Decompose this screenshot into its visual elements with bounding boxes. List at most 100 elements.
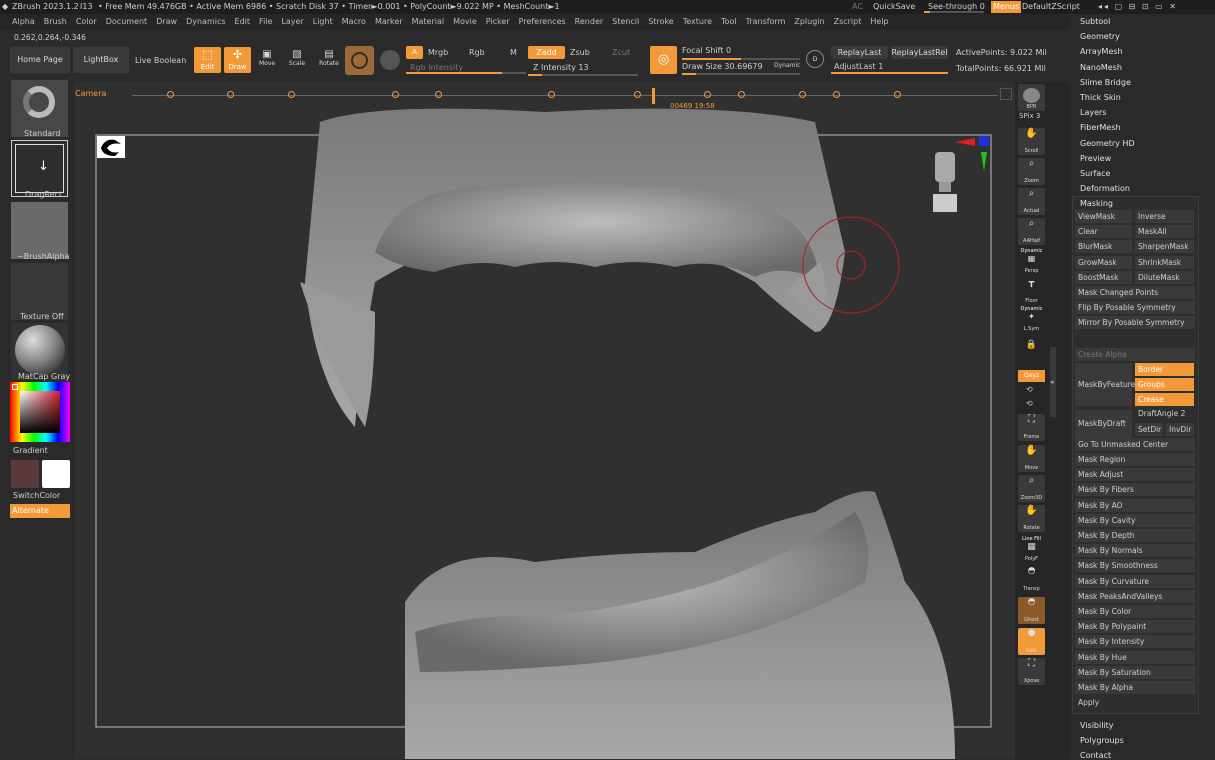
xyz-toggle[interactable]: Qxyz	[1018, 370, 1045, 382]
palette-arraymesh[interactable]: ArrayMesh	[1080, 47, 1123, 56]
menu-alpha[interactable]: Alpha	[12, 14, 35, 30]
palette-preview[interactable]: Preview	[1080, 154, 1111, 163]
edit-button[interactable]: ⬚ Edit	[194, 47, 221, 73]
lsym-button[interactable]: Dynamic ✦ L.Sym	[1018, 306, 1045, 333]
menu-picker[interactable]: Picker	[486, 14, 510, 30]
frame-button[interactable]: ⛶ Frame	[1018, 414, 1045, 441]
zadd-toggle[interactable]: Zadd	[528, 46, 565, 59]
focal-shift-track[interactable]	[682, 58, 800, 60]
palette-subtool[interactable]: Subtool	[1080, 17, 1110, 26]
mrgb-toggle[interactable]: Mrgb	[428, 48, 448, 57]
list-mask-by-polypaint-button[interactable]: Mask By Polypaint	[1075, 620, 1195, 634]
menu-document[interactable]: Document	[106, 14, 147, 30]
create-alpha-button[interactable]: Create Alpha	[1075, 348, 1195, 361]
stroke-thumbnail[interactable]: ↓	[11, 140, 68, 197]
timeline-end-icon[interactable]	[1000, 88, 1012, 100]
move-button[interactable]: ▣ Move	[255, 49, 279, 71]
actual-button[interactable]: ⌕ Actual	[1018, 188, 1045, 215]
palette-polygroups-header[interactable]: Polygroups	[1080, 736, 1124, 745]
list-mask-by-curvature-button[interactable]: Mask By Curvature	[1075, 574, 1195, 588]
sculptris-pro-button[interactable]: ◎	[650, 46, 677, 74]
primary-color-swatch[interactable]	[11, 460, 39, 488]
palette-thick-skin[interactable]: Thick Skin	[1080, 93, 1121, 102]
z-intensity-label[interactable]: Z Intensity 13	[533, 63, 589, 72]
zoom3d-button[interactable]: ⌕ Zoom3D	[1018, 475, 1045, 502]
dynamic-toggle[interactable]: Dynamic	[774, 62, 800, 69]
list-mask-by-alpha-button[interactable]: Mask By Alpha	[1075, 681, 1195, 694]
menu-macro[interactable]: Macro	[342, 14, 366, 30]
list-mask-by-color-button[interactable]: Mask By Color	[1075, 605, 1195, 618]
focal-shift-label[interactable]: Focal Shift 0	[682, 46, 731, 55]
color-square[interactable]	[20, 391, 60, 433]
list-mask-by-cavity-button[interactable]: Mask By Cavity	[1075, 513, 1195, 527]
list-mask-by-normals-button[interactable]: Mask By Normals	[1075, 544, 1195, 558]
list-mask-by-intensity-button[interactable]: Mask By Intensity	[1075, 635, 1195, 649]
canvas-viewport[interactable]	[75, 82, 1015, 759]
zsub-toggle[interactable]: Zsub	[570, 48, 590, 57]
xpose-button[interactable]: ⛶ Xpose	[1018, 658, 1045, 685]
list-mask-peaksandvalleys-button[interactable]: Mask PeaksAndValleys	[1075, 589, 1195, 603]
timeline-key-marker[interactable]	[798, 91, 806, 98]
menu-dynamics[interactable]: Dynamics	[186, 14, 225, 30]
menu-color[interactable]: Color	[76, 14, 97, 30]
replay-last-button[interactable]: ReplayLast	[831, 46, 888, 59]
menu-light[interactable]: Light	[313, 14, 333, 30]
mask-shrinkmask-button[interactable]: ShrinkMask	[1135, 255, 1194, 269]
menu-movie[interactable]: Movie	[453, 14, 477, 30]
lightbox-button[interactable]: LightBox	[73, 47, 129, 73]
menu-brush[interactable]: Brush	[44, 14, 67, 30]
list-mask-by-fibers-button[interactable]: Mask By Fibers	[1075, 483, 1195, 497]
wide-flip-by-posable-symmetry-button[interactable]: Flip By Posable Symmetry	[1075, 301, 1195, 315]
rotate-z-icon[interactable]: ⟲	[1026, 399, 1033, 408]
palette-slime-bridge[interactable]: Slime Bridge	[1080, 78, 1131, 87]
list-apply-button[interactable]: Apply	[1075, 696, 1195, 710]
panel-separator[interactable]: ◂	[1048, 82, 1070, 759]
menu-file[interactable]: File	[259, 14, 272, 30]
timeline-key-marker[interactable]	[287, 91, 295, 98]
list-mask-by-smoothness-button[interactable]: Mask By Smoothness	[1075, 559, 1195, 573]
palette-geometry-hd[interactable]: Geometry HD	[1080, 139, 1135, 148]
mask-by-draft-button[interactable]: MaskByDraft	[1075, 410, 1132, 438]
mask-boostmask-button[interactable]: BoostMask	[1075, 270, 1132, 284]
default-zscript-button[interactable]: DefaultZScript	[1022, 0, 1080, 14]
home-page-button[interactable]: Home Page	[10, 47, 70, 73]
move-view-button[interactable]: ✋ Move	[1018, 445, 1045, 472]
adjust-last-track[interactable]	[831, 72, 948, 74]
solo-button[interactable]: ● Solo	[1018, 628, 1045, 655]
persp-button[interactable]: Dynamic ▦ Persp	[1018, 248, 1045, 275]
timeline-key-marker[interactable]	[703, 91, 711, 98]
rgb-intensity-track[interactable]	[406, 72, 526, 74]
draw-size-track[interactable]	[682, 73, 800, 75]
menus-toggle[interactable]: Menus	[991, 1, 1022, 13]
timeline-key-marker[interactable]	[833, 91, 841, 98]
list-mask-by-ao-button[interactable]: Mask By AO	[1075, 498, 1195, 512]
set-dir-button[interactable]: SetDir	[1135, 423, 1163, 436]
alpha-thumbnail[interactable]	[11, 202, 68, 259]
timeline-key-marker[interactable]	[227, 91, 235, 98]
menu-marker[interactable]: Marker	[375, 14, 403, 30]
scale-button[interactable]: ▧ Scale	[285, 49, 309, 71]
polyf-button[interactable]: Line Fill ▦ PolyF	[1018, 536, 1045, 563]
aahalf-button[interactable]: ⌕ AAHalf	[1018, 218, 1045, 245]
menu-tool[interactable]: Tool	[721, 14, 737, 30]
list-go-to-unmasked-center-button[interactable]: Go To Unmasked Center	[1075, 438, 1195, 451]
texture-sphere-icon[interactable]	[380, 50, 400, 70]
inv-dir-button[interactable]: InvDir	[1166, 423, 1194, 436]
list-mask-adjust-button[interactable]: Mask Adjust	[1075, 468, 1195, 482]
timeline-track[interactable]	[132, 95, 998, 96]
z-intensity-track[interactable]	[528, 74, 638, 76]
rgb-toggle[interactable]: Rgb	[469, 48, 485, 57]
lock-button[interactable]: 🔒	[1018, 340, 1045, 367]
palette-fibermesh[interactable]: FiberMesh	[1080, 123, 1121, 132]
quicksave-button[interactable]: QuickSave	[873, 0, 915, 14]
live-boolean-button[interactable]: Live Boolean	[135, 56, 186, 65]
floor-button[interactable]: ┳ Floor	[1018, 278, 1045, 305]
palette-geometry[interactable]: Geometry	[1080, 32, 1120, 41]
mask-clear-button[interactable]: Clear	[1075, 225, 1132, 239]
menu-preferences[interactable]: Preferences	[519, 14, 566, 30]
material-swatch[interactable]	[345, 46, 374, 75]
list-mask-region-button[interactable]: Mask Region	[1075, 453, 1195, 466]
timeline-key-marker[interactable]	[435, 91, 443, 98]
ac-toggle[interactable]: AC	[852, 0, 863, 14]
mask-viewmask-button[interactable]: ViewMask	[1075, 210, 1132, 223]
